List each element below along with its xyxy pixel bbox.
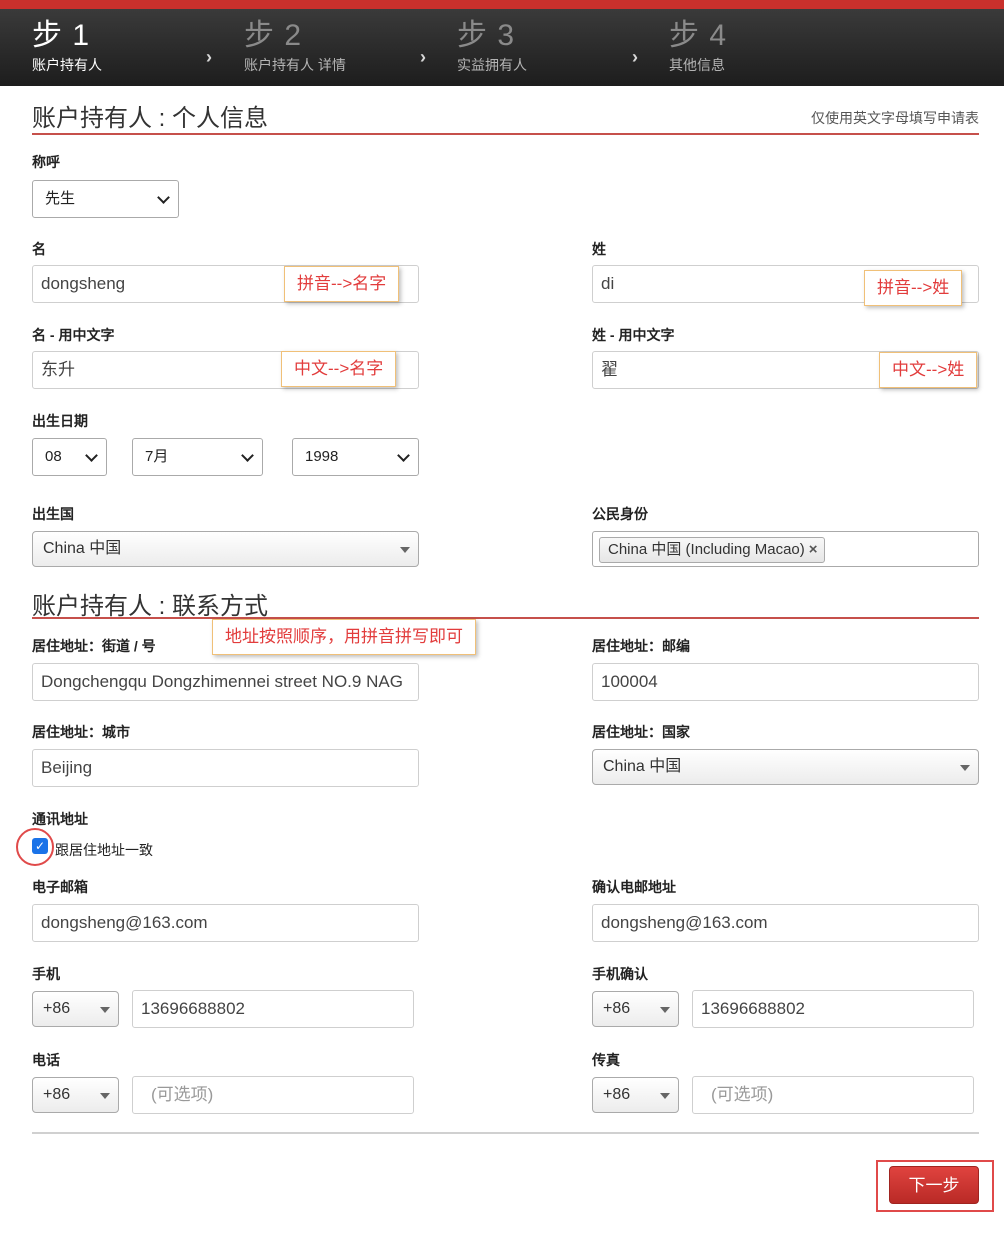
dropdown-arrow-icon (660, 1093, 670, 1099)
note-first-name-cn: 中文-->名字 (281, 351, 397, 387)
mobile-confirm-code-select[interactable]: +86 (592, 991, 679, 1027)
last-name-label: 姓 (592, 241, 606, 257)
birth-country-value: China 中国 (43, 540, 122, 557)
mobile-confirm-label: 手机确认 (592, 966, 648, 982)
email-confirm-input[interactable]: dongsheng@163.com (592, 904, 979, 942)
mailing-address-label: 通讯地址 (32, 811, 88, 827)
chevron-down-icon (85, 449, 98, 462)
dropdown-arrow-icon (960, 765, 970, 771)
close-icon[interactable]: × (809, 541, 818, 558)
step-3-title: 步 3 (457, 19, 516, 52)
step-1[interactable]: 步 1 账户持有人 (32, 18, 102, 74)
salutation-select[interactable]: 先生 (32, 180, 179, 218)
step-bar: 步 1 账户持有人 › 步 2 账户持有人 详情 › 步 3 实益拥有人 › 步… (0, 0, 1004, 86)
phone-label: 电话 (32, 1052, 60, 1068)
postal-input[interactable]: 100004 (592, 663, 979, 701)
phone-input[interactable]: (可选项) (132, 1076, 414, 1114)
fax-code-value: +86 (603, 1086, 631, 1103)
step-3[interactable]: 步 3 实益拥有人 (457, 18, 527, 74)
birth-country-select[interactable]: China 中国 (32, 531, 419, 567)
step-1-subtitle: 账户持有人 (32, 57, 102, 73)
dob-label: 出生日期 (32, 413, 88, 429)
email-label: 电子邮箱 (32, 879, 88, 895)
section-divider (32, 617, 979, 619)
citizenship-tag: China 中国 (Including Macao) × (599, 537, 825, 563)
fax-code-select[interactable]: +86 (592, 1077, 679, 1113)
city-label: 居住地址：城市 (32, 724, 130, 740)
postal-label: 居住地址：邮编 (592, 638, 690, 654)
citizenship-multiselect[interactable]: China 中国 (Including Macao) × (592, 531, 979, 567)
birth-country-label: 出生国 (32, 506, 74, 522)
step-4-title: 步 4 (669, 19, 728, 52)
country-value: China 中国 (603, 758, 682, 775)
dob-day-value: 08 (45, 448, 62, 465)
dob-month-value: 7月 (145, 448, 169, 465)
dob-day-select[interactable]: 08 (32, 438, 107, 476)
country-label: 居住地址：国家 (592, 724, 690, 740)
note-last-name-cn: 中文-->姓 (879, 352, 978, 388)
dob-month-select[interactable]: 7月 (132, 438, 263, 476)
mobile-input[interactable]: 13696688802 (132, 990, 414, 1028)
dob-year-value: 1998 (305, 448, 339, 465)
note-last-name: 拼音-->姓 (864, 270, 963, 306)
fax-input[interactable]: (可选项) (692, 1076, 974, 1114)
dropdown-arrow-icon (660, 1007, 670, 1013)
note-first-name: 拼音-->名字 (284, 266, 400, 302)
dropdown-arrow-icon (100, 1093, 110, 1099)
section-divider (32, 133, 979, 135)
language-note: 仅使用英文字母填写申请表 (811, 110, 979, 126)
salutation-label: 称呼 (32, 154, 60, 170)
mobile-code-value: +86 (43, 1000, 71, 1017)
same-address-label[interactable]: 跟居住地址一致 (55, 840, 153, 860)
chevron-down-icon (241, 449, 254, 462)
chevron-right-icon: › (632, 47, 638, 67)
chevron-down-icon (157, 191, 170, 204)
phone-code-select[interactable]: +86 (32, 1077, 119, 1113)
form-footer-divider (32, 1132, 979, 1134)
phone-code-value: +86 (43, 1086, 71, 1103)
mobile-confirm-code-value: +86 (603, 1000, 631, 1017)
step-1-title: 步 1 (32, 19, 91, 52)
citizenship-tag-label: China 中国 (Including Macao) (608, 541, 805, 558)
dropdown-arrow-icon (400, 547, 410, 553)
step-4[interactable]: 步 4 其他信息 (669, 18, 727, 74)
citizenship-label: 公民身份 (592, 506, 648, 522)
fax-label: 传真 (592, 1052, 620, 1068)
next-button[interactable]: 下一步 (889, 1166, 979, 1204)
street-label: 居住地址：街道 / 号 (32, 638, 156, 654)
step-2[interactable]: 步 2 账户持有人 详情 (244, 18, 346, 74)
street-input[interactable]: Dongchengqu Dongzhimennei street NO.9 NA… (32, 663, 419, 701)
first-name-label: 名 (32, 241, 46, 257)
check-icon[interactable]: ✓ (32, 838, 48, 854)
email-input[interactable]: dongsheng@163.com (32, 904, 419, 942)
dropdown-arrow-icon (100, 1007, 110, 1013)
step-3-subtitle: 实益拥有人 (457, 57, 527, 73)
chevron-right-icon: › (206, 47, 212, 67)
country-select[interactable]: China 中国 (592, 749, 979, 785)
step-4-subtitle: 其他信息 (669, 57, 725, 73)
chevron-right-icon: › (420, 47, 426, 67)
last-name-cn-label: 姓 - 用中文字 (592, 327, 675, 343)
salutation-value: 先生 (45, 190, 76, 207)
note-address: 地址按照顺序，用拼音拼写即可 (212, 619, 476, 655)
contact-section-title: 账户持有人 : 联系方式 (32, 593, 269, 620)
step-2-title: 步 2 (244, 19, 303, 52)
mobile-code-select[interactable]: +86 (32, 991, 119, 1027)
step-2-subtitle: 账户持有人 详情 (244, 57, 346, 73)
chevron-down-icon (397, 449, 410, 462)
mobile-confirm-input[interactable]: 13696688802 (692, 990, 974, 1028)
city-input[interactable]: Beijing (32, 749, 419, 787)
dob-year-select[interactable]: 1998 (292, 438, 419, 476)
mobile-label: 手机 (32, 966, 60, 982)
email-confirm-label: 确认电邮地址 (592, 879, 676, 895)
first-name-cn-label: 名 - 用中文字 (32, 327, 115, 343)
personal-section-title: 账户持有人 : 个人信息 (32, 105, 269, 132)
